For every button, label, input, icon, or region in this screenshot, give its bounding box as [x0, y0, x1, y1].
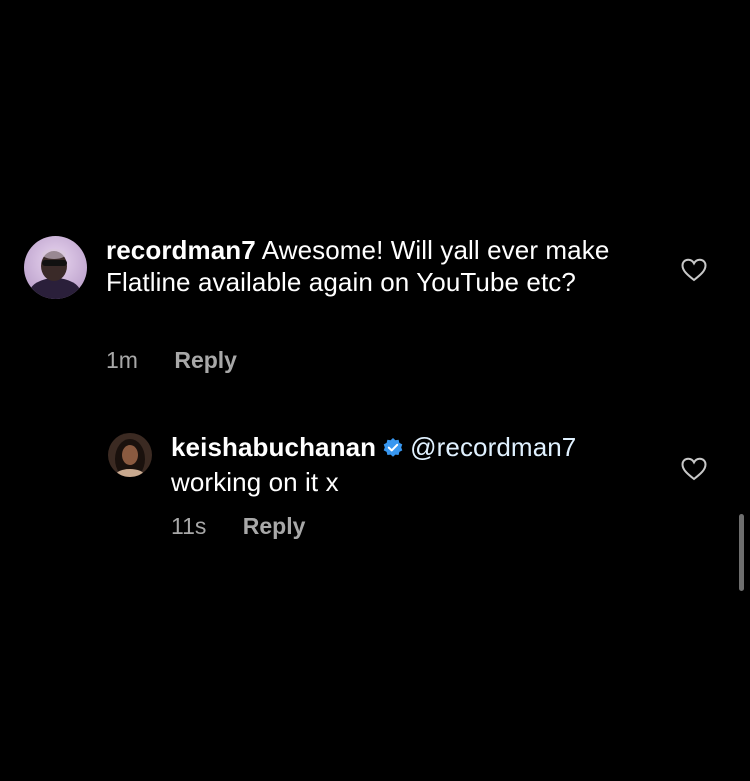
scrollbar[interactable] [739, 514, 744, 591]
comment-body: keishabuchanan @recordman7 working on it… [171, 431, 671, 498]
comment-timestamp: 11s [171, 513, 207, 539]
comment-meta: 11s Reply [171, 512, 305, 540]
comment-text: working on it x [171, 467, 339, 497]
mention-link[interactable]: @recordman7 [410, 432, 576, 462]
comment-meta: 1m Reply [106, 346, 237, 374]
heart-icon[interactable] [681, 258, 707, 287]
avatar-image [24, 236, 87, 299]
reply-button[interactable]: Reply [243, 512, 306, 540]
avatar[interactable] [108, 433, 152, 477]
avatar-image [108, 433, 152, 477]
comment-username[interactable]: keishabuchanan [171, 432, 376, 462]
reply-button[interactable]: Reply [174, 346, 237, 374]
comment-body: recordman7 Awesome! Will yall ever make … [106, 234, 666, 298]
comment-timestamp: 1m [106, 347, 138, 373]
avatar[interactable] [24, 236, 87, 299]
comment-username[interactable]: recordman7 [106, 235, 256, 265]
heart-icon[interactable] [681, 457, 707, 486]
verified-badge-icon [382, 434, 404, 466]
